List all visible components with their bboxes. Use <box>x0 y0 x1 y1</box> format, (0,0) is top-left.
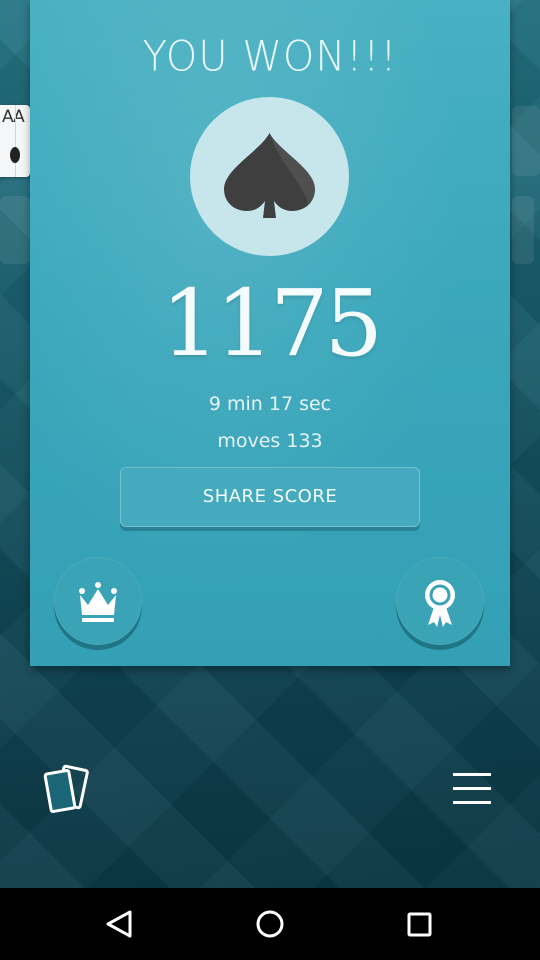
android-navigation-bar <box>0 888 540 960</box>
share-score-button[interactable]: SHARE SCORE <box>120 467 420 527</box>
win-dialog: YOU WON!!! 1175 9 min 17 sec moves 133 S… <box>30 0 510 666</box>
final-score: 1175 <box>160 270 383 377</box>
new-game-button[interactable] <box>40 762 96 818</box>
leaderboard-button[interactable] <box>54 557 142 645</box>
ribbon-award-icon <box>425 580 455 627</box>
card-suit-icon <box>10 147 20 163</box>
suit-badge <box>190 97 349 256</box>
nav-recent-apps-button[interactable] <box>400 905 438 943</box>
card-slot <box>512 106 540 176</box>
cards-icon <box>43 764 89 813</box>
card-slot <box>512 196 534 264</box>
hamburger-menu-icon <box>453 773 491 804</box>
menu-button[interactable] <box>446 766 498 814</box>
recent-apps-square-icon <box>407 912 432 937</box>
elapsed-time: 9 min 17 sec <box>208 393 332 415</box>
card-edge <box>15 105 16 177</box>
spade-icon <box>224 133 315 218</box>
win-title: YOU WON!!! <box>142 32 398 82</box>
nav-back-button[interactable] <box>100 906 140 942</box>
playing-card[interactable]: AA <box>0 105 30 177</box>
achievements-button[interactable] <box>396 557 484 645</box>
card-slot <box>0 196 30 264</box>
card-rank: AA <box>2 107 25 127</box>
move-count: moves 133 <box>217 430 323 452</box>
home-circle-icon <box>256 910 284 938</box>
nav-home-button[interactable] <box>250 904 290 944</box>
back-triangle-icon <box>106 910 132 938</box>
crown-icon <box>79 582 117 622</box>
